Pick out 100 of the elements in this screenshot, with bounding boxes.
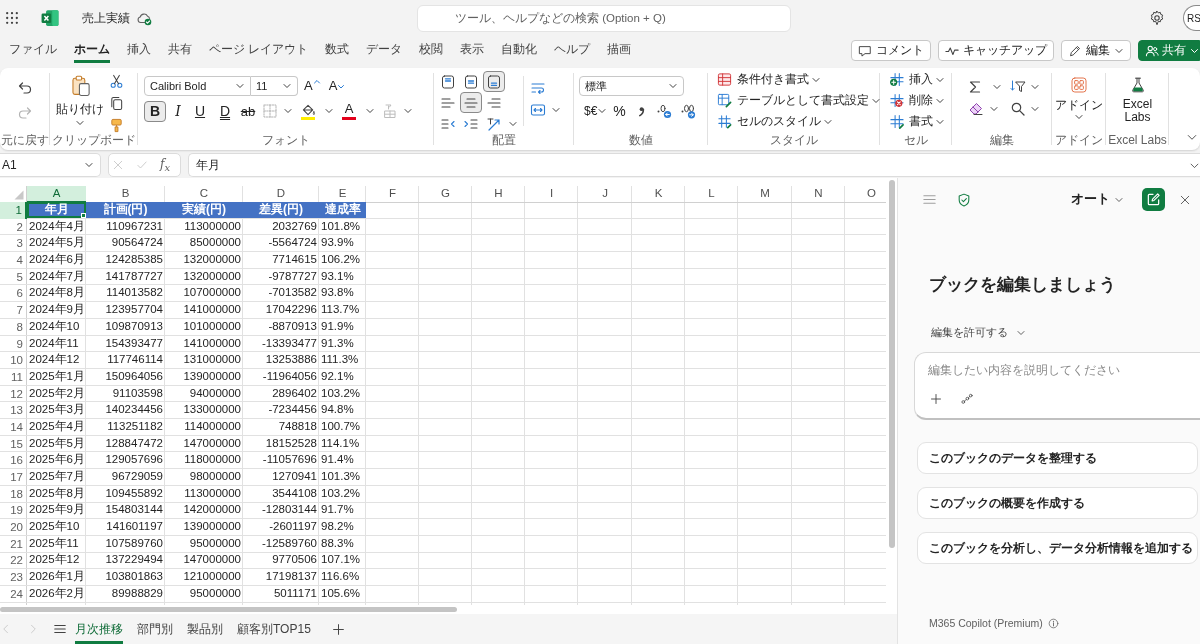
table-cell[interactable]: 141787727 xyxy=(86,268,165,286)
suggestion-button[interactable]: このブックを分析し、データ分析情報を追加する xyxy=(917,532,1198,564)
paste-button[interactable]: 貼り付け xyxy=(54,71,106,132)
table-cell[interactable]: 17198137 xyxy=(243,569,319,586)
table-cell[interactable]: 2025年10 xyxy=(27,519,86,536)
header-cell[interactable]: 年月 xyxy=(27,202,86,218)
paintbrush-icon[interactable] xyxy=(108,118,124,133)
table-cell[interactable]: 2025年1月 xyxy=(27,368,86,386)
caret-icon[interactable] xyxy=(989,104,999,114)
table-cell[interactable]: 7714615 xyxy=(243,252,319,269)
table-cell[interactable]: 147000000 xyxy=(165,552,243,570)
table-cell[interactable]: -2601197 xyxy=(243,519,319,536)
table-cell[interactable]: 131000000 xyxy=(165,352,243,369)
table-cell[interactable]: 154393477 xyxy=(86,335,165,353)
menu-tab[interactable]: 挿入 xyxy=(127,36,151,63)
caret-icon[interactable] xyxy=(283,106,293,116)
table-cell[interactable]: 133000000 xyxy=(165,402,243,419)
row-header[interactable]: 8 xyxy=(0,318,27,336)
table-cell[interactable]: -7013582 xyxy=(243,285,319,303)
double-underline-button[interactable]: D xyxy=(214,100,236,122)
table-cell[interactable]: 2024年9月 xyxy=(27,302,86,319)
sheet-tab[interactable]: 顧客別TOP15 xyxy=(237,614,311,644)
grow-font-button[interactable]: A xyxy=(304,77,321,95)
menu-tab[interactable]: データ xyxy=(366,36,403,63)
sum-icon[interactable] xyxy=(967,79,983,95)
table-cell[interactable]: -12803144 xyxy=(243,502,319,520)
triangle-icon[interactable] xyxy=(13,189,25,201)
currency-button[interactable]: $€ xyxy=(584,104,598,118)
handle-icon[interactable] xyxy=(81,212,86,218)
menu-tab[interactable]: 数式 xyxy=(325,36,350,63)
table-cell[interactable]: 88.3% xyxy=(319,535,366,553)
table-cell[interactable]: 2026年1月 xyxy=(27,569,86,586)
table-cell[interactable]: 98.2% xyxy=(319,519,366,536)
table-cell[interactable]: 748818 xyxy=(243,418,319,436)
table-cell[interactable]: 2025年8月 xyxy=(27,485,86,503)
shrink-font-button[interactable]: A xyxy=(328,77,346,95)
table-cell[interactable]: 2024年12 xyxy=(27,352,86,369)
row-header[interactable]: 5 xyxy=(0,268,27,286)
waffle-icon[interactable] xyxy=(5,11,19,25)
italic-button[interactable]: I xyxy=(167,100,189,122)
table-cell[interactable]: 2025年12 xyxy=(27,552,86,570)
row-header[interactable]: 11 xyxy=(0,368,27,386)
row-header[interactable]: 22 xyxy=(0,552,27,570)
table-cell[interactable]: 142000000 xyxy=(165,502,243,520)
funnel-icon[interactable] xyxy=(1010,79,1026,95)
caret-icon[interactable] xyxy=(84,160,94,170)
table-cell[interactable]: 91.3% xyxy=(319,335,366,353)
table-cell[interactable]: 96729059 xyxy=(86,469,165,486)
row-header[interactable]: 23 xyxy=(0,569,27,586)
insert-button[interactable]: 挿入 xyxy=(889,69,952,90)
table-cell[interactable]: 1270941 xyxy=(243,469,319,486)
caret-icon[interactable] xyxy=(597,106,608,116)
table-cell[interactable]: 121000000 xyxy=(165,569,243,586)
table-cell[interactable]: 117746114 xyxy=(86,352,165,369)
table-cell[interactable]: -11964056 xyxy=(243,368,319,386)
caret-icon[interactable] xyxy=(282,81,292,91)
row-header[interactable]: 21 xyxy=(0,535,27,553)
row-header[interactable]: 10 xyxy=(0,352,27,369)
search-field[interactable]: ツール、ヘルプなどの検索 (Option + Q) xyxy=(417,4,791,32)
percent-button[interactable]: % xyxy=(613,103,626,119)
table-cell[interactable]: 2024年8月 xyxy=(27,285,86,303)
column-header[interactable]: H xyxy=(472,186,525,203)
row-header[interactable]: 4 xyxy=(0,252,27,269)
cut-icon[interactable] xyxy=(108,74,124,89)
table-cell[interactable]: 2025年9月 xyxy=(27,502,86,520)
table-cell[interactable]: 90564724 xyxy=(86,235,165,253)
table-cell[interactable]: 150964056 xyxy=(86,368,165,386)
nodes-icon[interactable] xyxy=(961,393,973,405)
table-cell[interactable]: 118000000 xyxy=(165,452,243,469)
table-cell[interactable]: 93.9% xyxy=(319,235,366,253)
table-cell[interactable]: 141000000 xyxy=(165,302,243,319)
table-cell[interactable]: 128847472 xyxy=(86,435,165,453)
table-cell[interactable]: -9787727 xyxy=(243,268,319,286)
permission-dropdown[interactable]: 編集を許可する xyxy=(931,326,1026,340)
table-cell[interactable]: 139000000 xyxy=(165,519,243,536)
menu-tab[interactable]: 描画 xyxy=(607,36,632,63)
caret-icon[interactable] xyxy=(75,118,85,128)
table-cell[interactable]: 103.2% xyxy=(319,485,366,503)
eraser-icon[interactable] xyxy=(968,101,984,117)
search-icon[interactable] xyxy=(1010,101,1026,117)
decimal-right-icon[interactable] xyxy=(679,103,696,119)
formula-input[interactable]: 年月 xyxy=(188,153,1200,177)
menu-tab[interactable]: 自動化 xyxy=(501,36,538,63)
header-cell[interactable]: 達成率 xyxy=(319,202,366,218)
borders-icon[interactable] xyxy=(262,103,278,119)
table-cell[interactable]: 98000000 xyxy=(165,469,243,486)
table-cell[interactable]: 123957704 xyxy=(86,302,165,319)
labs-button[interactable]: Excel Labs xyxy=(1106,71,1169,132)
row-header[interactable]: 2 xyxy=(0,218,27,236)
menu-tab[interactable]: ファイル xyxy=(9,36,57,63)
close-icon[interactable] xyxy=(1179,193,1191,206)
wrap-text-icon[interactable] xyxy=(530,80,546,96)
caret-icon[interactable] xyxy=(1030,82,1040,92)
table-cell[interactable]: 107.1% xyxy=(319,552,366,570)
caret-icon[interactable] xyxy=(992,82,1002,92)
row-header[interactable]: 19 xyxy=(0,502,27,520)
table-cell[interactable]: 2032769 xyxy=(243,218,319,236)
column-header[interactable]: G xyxy=(419,186,472,203)
table-cell[interactable]: 110967231 xyxy=(86,218,165,236)
table-cell[interactable]: 2024年10 xyxy=(27,318,86,336)
